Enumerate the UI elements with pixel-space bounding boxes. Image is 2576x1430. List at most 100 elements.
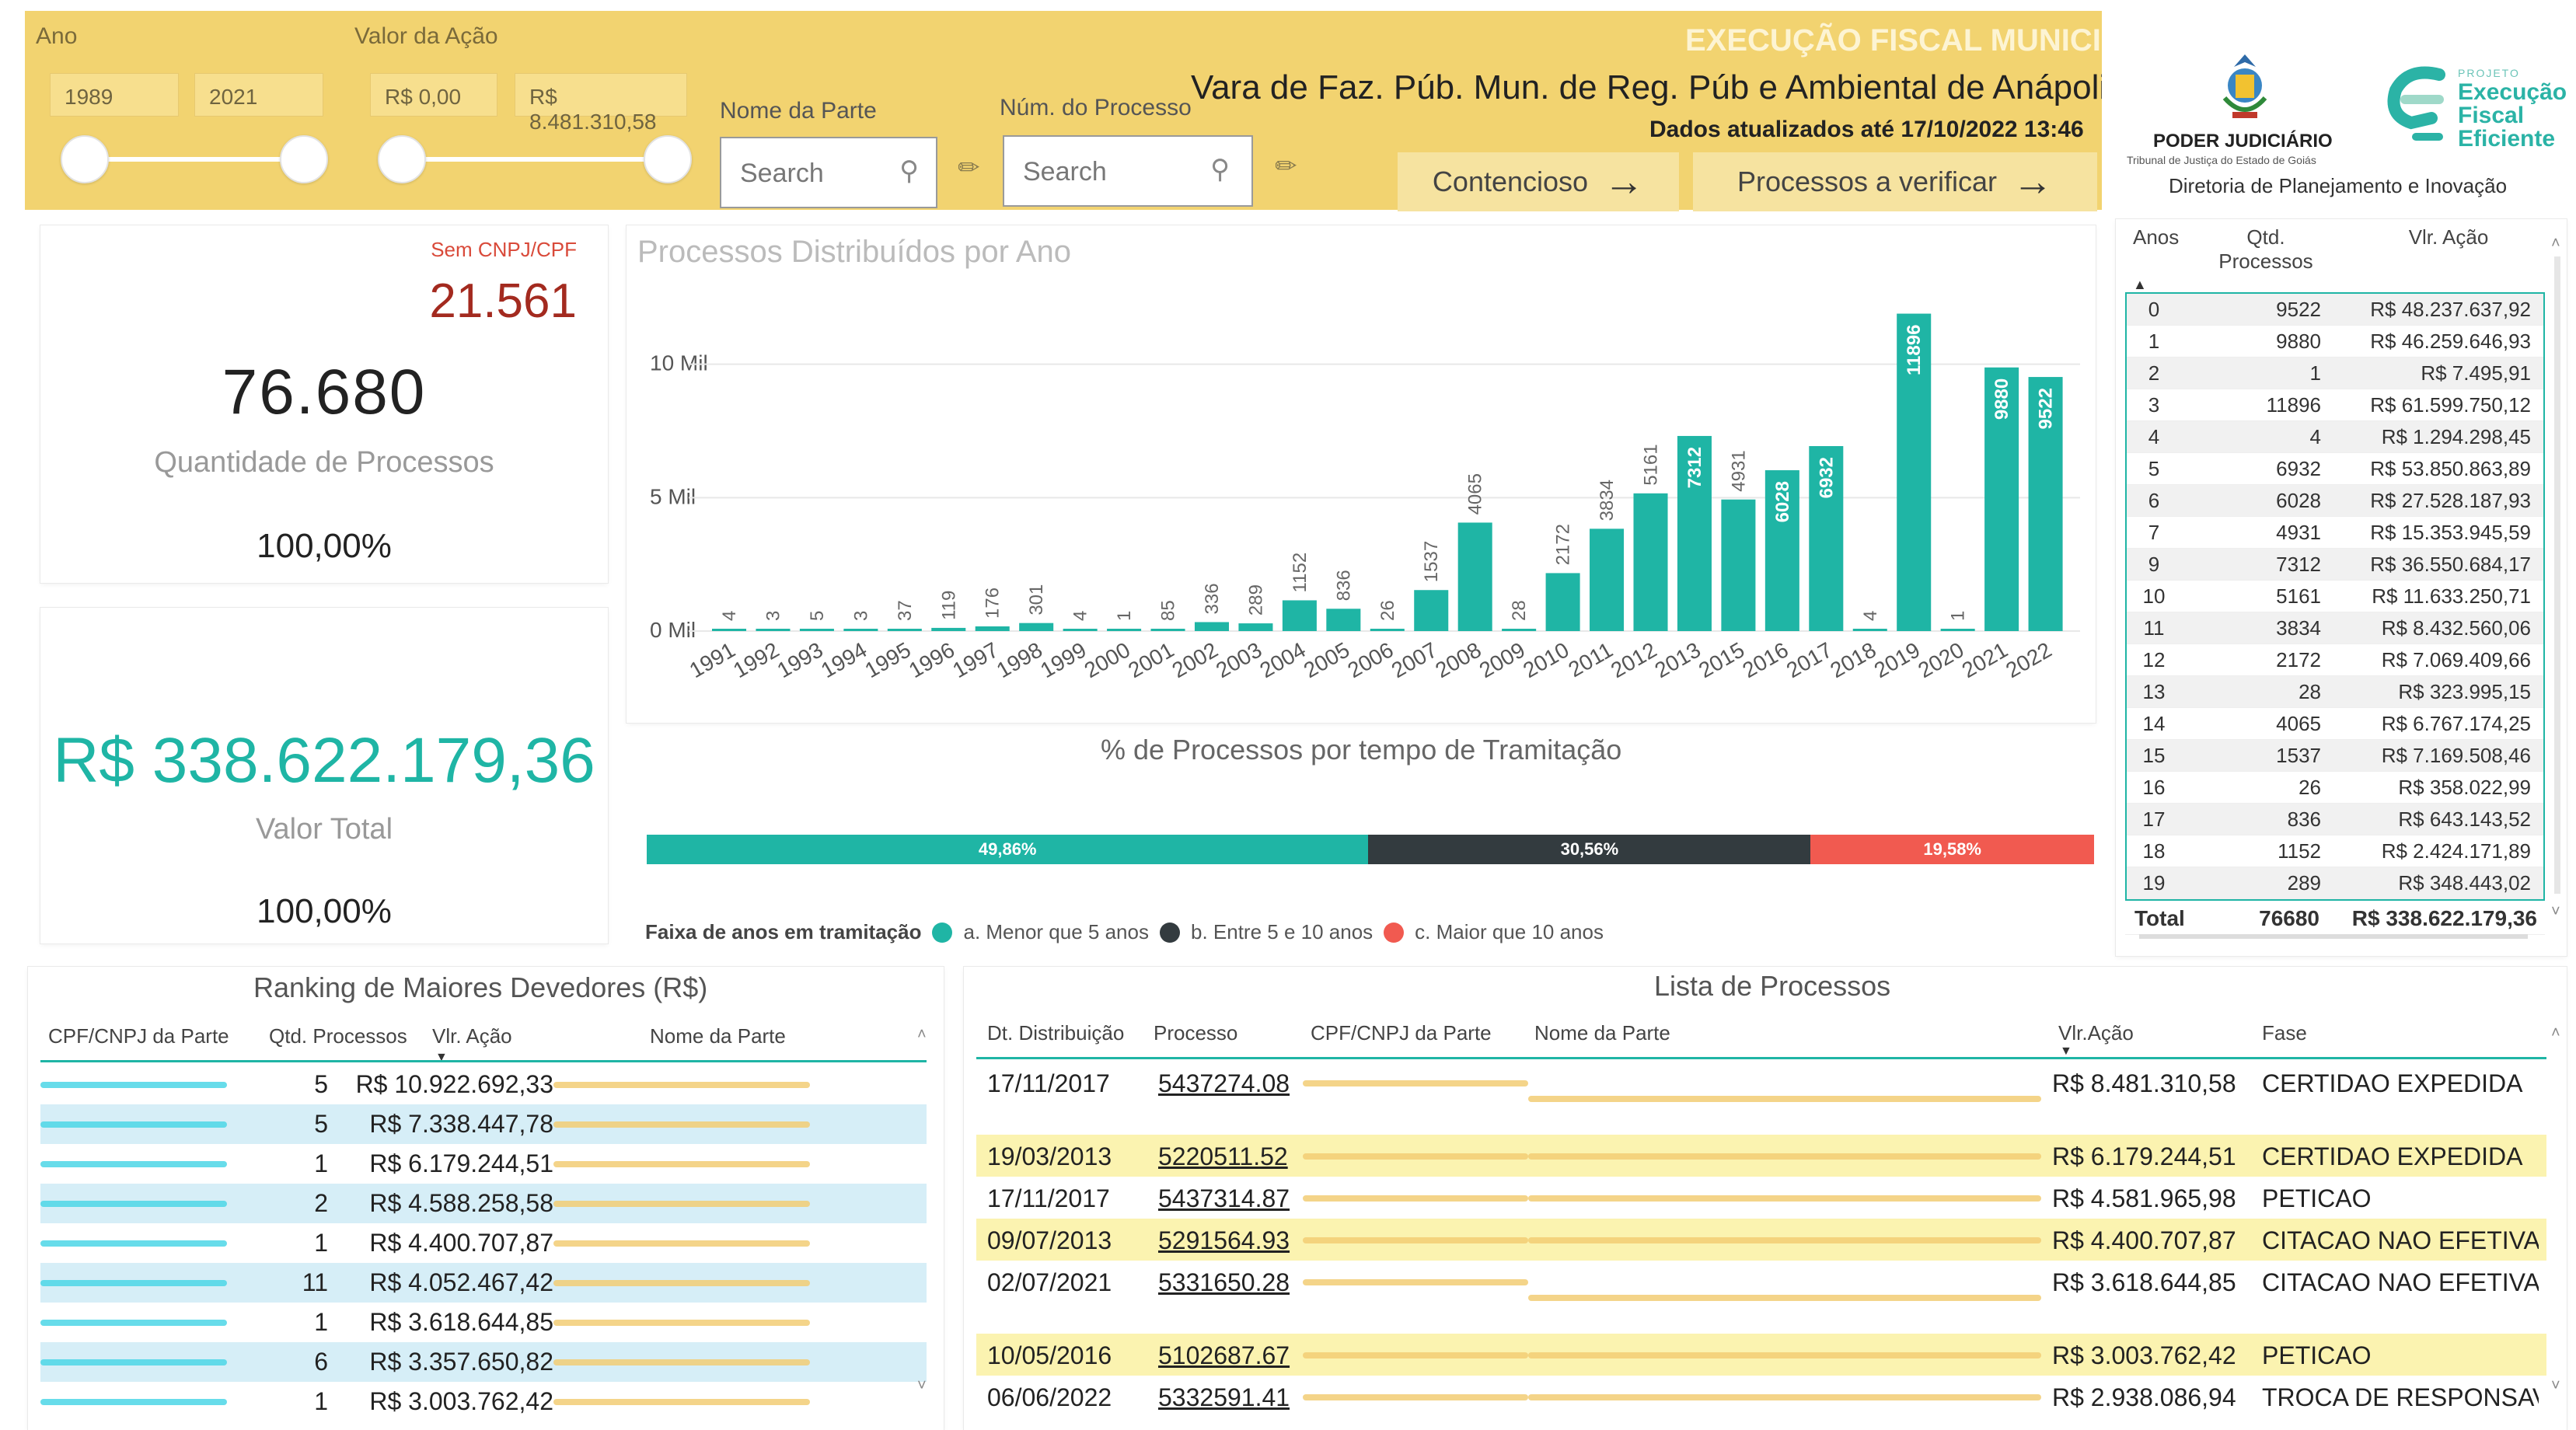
contencioso-button[interactable]: Contencioso →	[1398, 152, 1679, 211]
bar-2006[interactable]	[1370, 629, 1405, 631]
anos-table-row[interactable]: 3 11896 R$ 61.599.750,12	[2127, 389, 2543, 421]
ranking-row[interactable]: 1020403000165 5 R$ 10.922.692,33TRANSPORTE…	[40, 1065, 927, 1104]
ranking-header-nome[interactable]: Nome da Parte	[650, 1024, 786, 1048]
anos-table-row[interactable]: 7 4931 R$ 15.353.945,59	[2127, 517, 2543, 549]
anos-scrollbar[interactable]	[2554, 256, 2560, 894]
ano-slider-max-handle[interactable]	[280, 135, 328, 183]
anos-table-row[interactable]: 9 7312 R$ 36.550.684,17	[2127, 549, 2543, 581]
proc-cell-processo[interactable]: 5102687.67	[1147, 1340, 1303, 1371]
bar-2002[interactable]	[1194, 622, 1229, 631]
proc-header-dt[interactable]: Dt. Distribuição	[987, 1021, 1124, 1045]
bar-2001[interactable]	[1150, 629, 1185, 631]
ano-to-input[interactable]: 2021	[194, 73, 323, 117]
anos-hscrollbar[interactable]	[2139, 934, 2528, 939]
proc-scroll-down-icon[interactable]: ˅	[2551, 1377, 2560, 1395]
processo-row[interactable]: 09/07/2013 5291564.9334540051100JOSE AUGU…	[976, 1219, 2546, 1261]
processo-row[interactable]: 06/06/2022 5332591.4132176BANCO DO BRASIL…	[976, 1376, 2546, 1418]
bar-2007[interactable]	[1414, 590, 1449, 631]
proc-cell-processo[interactable]: 5332591.41	[1147, 1382, 1303, 1413]
anos-table-row[interactable]: 14 4065 R$ 6.767.174,25	[2127, 708, 2543, 740]
ano-from-input[interactable]: 1989	[50, 73, 179, 117]
anos-table-row[interactable]: 0 9522 R$ 48.237.637,92	[2127, 294, 2543, 326]
anos-table-row[interactable]: 13 28 R$ 323.995,15	[2127, 676, 2543, 708]
processo-row[interactable]: 19/03/2013 5220511.5275490197000ERNANI JO…	[976, 1135, 2546, 1177]
bar-2011[interactable]	[1590, 528, 1625, 631]
proc-cell-processo[interactable]: 5437314.87	[1147, 1183, 1303, 1214]
ano-slider-track[interactable]	[84, 157, 305, 162]
processo-row[interactable]: 10/05/2016 5102687.67303170101EURIPEDES B…	[976, 1334, 2546, 1376]
bar-1996[interactable]	[931, 627, 966, 631]
anos-table-row[interactable]: 5 6932 R$ 53.850.863,89	[2127, 453, 2543, 485]
bar-1992[interactable]	[756, 629, 791, 631]
anos-table-row[interactable]: 6 6028 R$ 27.528.187,93	[2127, 485, 2543, 517]
bar-2020[interactable]	[1940, 629, 1975, 631]
ranking-scroll-down-icon[interactable]: ˅	[917, 1377, 927, 1395]
anos-table-row[interactable]: 15 1537 R$ 7.169.508,46	[2127, 740, 2543, 772]
scroll-up-icon[interactable]: ˄	[2551, 235, 2560, 253]
proc-cell-processo[interactable]: 5220511.52	[1147, 1141, 1303, 1172]
ranking-header-qtd[interactable]: Qtd. Processos	[269, 1024, 407, 1048]
bar-2008[interactable]	[1457, 522, 1492, 631]
ranking-scroll-up-icon[interactable]: ˄	[917, 1026, 927, 1044]
bar-1994[interactable]	[843, 629, 878, 631]
anos-header-anos[interactable]: Anos	[2133, 225, 2195, 249]
anos-table-row[interactable]: 18 1152 R$ 2.424.171,89	[2127, 835, 2543, 867]
bar-1997[interactable]	[975, 626, 1010, 631]
valor-from-input[interactable]: R$ 0,00	[370, 73, 497, 117]
valor-slider-max-handle[interactable]	[644, 135, 692, 183]
bar-1995[interactable]	[887, 629, 922, 631]
proc-header-processo[interactable]: Processo	[1154, 1021, 1237, 1045]
ranking-header-cpf[interactable]: CPF/CNPJ da Parte	[48, 1024, 229, 1048]
ranking-row[interactable]: 303170101 1 R$ 3.003.762,42EURIPEDES BARSA…	[40, 1382, 927, 1421]
bar-2004[interactable]	[1282, 600, 1317, 631]
anos-table-row[interactable]: 16 26 R$ 358.022,99	[2127, 772, 2543, 804]
anos-table-row[interactable]: 1 9880 R$ 46.259.646,93	[2127, 326, 2543, 358]
sort-down-icon[interactable]: ▼	[435, 1051, 448, 1065]
nome-parte-search-input[interactable]: Search ⚲	[720, 137, 937, 208]
valor-to-input[interactable]: R$ 8.481.310,58	[515, 73, 687, 134]
bar-2010[interactable]	[1545, 573, 1580, 631]
anos-table-row[interactable]: 11 3834 R$ 8.432.560,06	[2127, 612, 2543, 644]
tramitacao-segment-2[interactable]: 19,58%	[1810, 835, 2094, 864]
proc-header-vlr[interactable]: Vlr.Ação	[2058, 1021, 2134, 1045]
valor-slider-track[interactable]	[401, 157, 668, 162]
anos-table-row[interactable]: 10 5161 R$ 11.633.250,71	[2127, 581, 2543, 612]
tramitacao-segment-1[interactable]: 30,56%	[1368, 835, 1811, 864]
bar-1999[interactable]	[1063, 629, 1098, 631]
num-processo-search-input[interactable]: Search ⚲	[1003, 135, 1253, 207]
anos-table-row[interactable]: 2 1 R$ 7.495,91	[2127, 358, 2543, 389]
bar-2018[interactable]	[1852, 629, 1887, 631]
processo-row[interactable]: 17/11/2017 5437314.8710210051000155RC LOG…	[976, 1177, 2546, 1219]
bar-1991[interactable]	[712, 629, 747, 631]
ranking-row[interactable]: 34540051100 1 R$ 4.400.707,87JOSE AUGUSTO …	[40, 1223, 927, 1263]
tramitacao-segment-0[interactable]: 49,86%	[647, 835, 1369, 864]
sort-up-icon[interactable]: ▲	[2133, 277, 2147, 293]
proc-cell-processo[interactable]: 5291564.93	[1147, 1225, 1303, 1256]
anos-table-row[interactable]: 17 836 R$ 643.143,52	[2127, 804, 2543, 835]
anos-header-vlr[interactable]: Vlr. Ação	[2363, 225, 2534, 249]
bar-1993[interactable]	[799, 629, 834, 631]
proc-cell-processo[interactable]: 5437274.08	[1147, 1068, 1303, 1099]
proc-header-fase[interactable]: Fase	[2262, 1021, 2307, 1045]
bar-2012[interactable]	[1633, 493, 1668, 631]
ranking-row[interactable]: 1540032000181 1 R$ 3.618.644,85ENEL DISTRI…	[40, 1303, 927, 1342]
anos-header-qtd[interactable]: Qtd. Processos	[2215, 225, 2316, 274]
eraser-icon[interactable]: ✏	[958, 152, 980, 183]
ano-slider-min-handle[interactable]	[61, 135, 109, 183]
proc-header-cpf[interactable]: CPF/CNPJ da Parte	[1311, 1021, 1492, 1045]
anos-table-row[interactable]: 12 2172 R$ 7.069.409,66	[2127, 644, 2543, 676]
eraser-icon[interactable]: ✏	[1275, 151, 1297, 182]
scroll-down-icon[interactable]: ˅	[2551, 903, 2560, 921]
valor-slider-min-handle[interactable]	[378, 135, 426, 183]
proc-cell-processo[interactable]: 5331650.28	[1147, 1267, 1303, 1298]
processo-row[interactable]: 02/07/2021 5331650.281540032000181ENEL DI…	[976, 1261, 2546, 1334]
ranking-header-vlr[interactable]: Vlr. Ação	[432, 1024, 512, 1048]
bar-2015[interactable]	[1721, 499, 1756, 631]
processo-row[interactable]: 17/11/2017 5437274.081020403000165TRANSPO…	[976, 1062, 2546, 1135]
bar-2003[interactable]	[1238, 623, 1273, 631]
processos-verificar-button[interactable]: Processos a verificar →	[1693, 152, 2097, 211]
ranking-row[interactable]: 10210051000155 2 R$ 4.588.258,58RC LOG LOG…	[40, 1184, 927, 1223]
bar-2009[interactable]	[1502, 629, 1537, 631]
proc-header-nome[interactable]: Nome da Parte	[1534, 1021, 1670, 1045]
anos-table-row[interactable]: 4 4 R$ 1.294.298,45	[2127, 421, 2543, 453]
